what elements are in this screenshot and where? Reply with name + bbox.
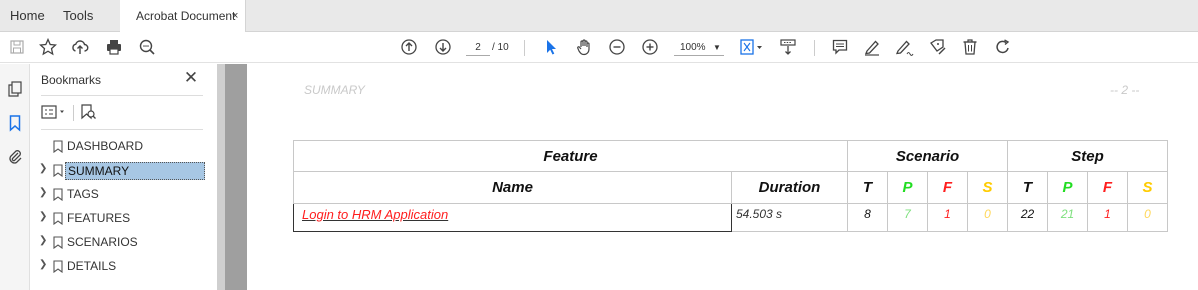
chevron-right-icon[interactable]: ❯ (39, 163, 49, 174)
scenario-failed-cell: 1 (927, 203, 968, 232)
comment-icon[interactable] (829, 32, 851, 62)
bookmark-icon (53, 212, 63, 228)
panel-splitter[interactable] (217, 64, 225, 290)
bookmark-panel-icon[interactable] (4, 108, 26, 138)
bookmark-label: DASHBOARD (67, 139, 144, 153)
scenario-passed-header: P (887, 171, 928, 204)
scenario-failed-header: F (927, 171, 968, 204)
step-skipped-header: S (1127, 171, 1168, 204)
scenario-header: Scenario (847, 140, 1008, 172)
bookmark-options-icon[interactable] (41, 101, 67, 123)
bookmark-label: DETAILS (67, 259, 117, 273)
tab-bar: Home Tools Acrobat Document × (0, 0, 1198, 32)
duration-column-header: Duration (731, 171, 848, 204)
step-failed-header: F (1087, 171, 1128, 204)
tab-document[interactable]: Acrobat Document × (120, 0, 246, 32)
bookmark-label: FEATURES (67, 211, 131, 225)
document-page: SUMMARY -- 2 -- Feature Scenario Step Na… (247, 64, 1198, 290)
bookmark-label: SUMMARY (65, 162, 205, 180)
divider (41, 95, 203, 96)
close-icon[interactable]: ✕ (181, 68, 201, 88)
scroll-mode-icon[interactable] (777, 32, 799, 62)
step-skipped-cell: 0 (1127, 203, 1168, 232)
step-total-cell: 22 (1007, 203, 1048, 232)
step-total-header: T (1007, 171, 1048, 204)
left-rail (0, 64, 30, 290)
step-passed-header: P (1047, 171, 1088, 204)
zoom-select[interactable]: 100% ▼ (674, 40, 724, 56)
feature-name-cell: Login to HRM Application (293, 203, 732, 232)
step-passed-cell: 21 (1047, 203, 1088, 232)
chevron-right-icon[interactable]: ❯ (39, 259, 49, 270)
document-margin (225, 64, 247, 290)
search-zoom-icon[interactable] (136, 32, 158, 62)
print-icon[interactable] (103, 32, 125, 62)
zoom-value: 100% (680, 42, 706, 53)
delete-icon[interactable] (959, 32, 981, 62)
scenario-skipped-header: S (967, 171, 1008, 204)
divider (41, 129, 203, 130)
bookmarks-panel: Bookmarks ✕ DASHBOARD ❯ SUMMARY ❯ TAGS ❯ FEATU… (31, 64, 217, 290)
bookmark-icon (53, 260, 63, 276)
sign-icon[interactable] (894, 32, 916, 62)
page-down-icon[interactable] (432, 32, 454, 62)
scenario-total-cell: 8 (847, 203, 888, 232)
chevron-right-icon[interactable]: ❯ (39, 211, 49, 222)
new-bookmark-icon[interactable] (79, 101, 97, 123)
feature-header: Feature (293, 140, 848, 172)
step-header: Step (1007, 140, 1168, 172)
feature-link[interactable]: Login to HRM Application (302, 207, 448, 222)
rotate-icon[interactable] (992, 32, 1014, 62)
bookmark-icon (53, 164, 63, 180)
bookmark-label: TAGS (67, 187, 99, 201)
divider (73, 105, 74, 121)
select-arrow-icon[interactable] (540, 32, 562, 62)
bookmark-label: SCENARIOS (67, 235, 138, 249)
name-column-header: Name (293, 171, 732, 204)
bookmarks-title: Bookmarks (41, 73, 102, 87)
upload-cloud-icon[interactable] (69, 32, 91, 62)
bookmark-item-tags[interactable]: ❯ TAGS (39, 184, 209, 204)
bookmark-item-features[interactable]: ❯ FEATURES (39, 208, 209, 228)
page-header: SUMMARY (304, 83, 365, 97)
attachment-icon[interactable] (4, 142, 26, 172)
bookmark-item-details[interactable]: ❯ DETAILS (39, 256, 209, 276)
close-tab-icon[interactable]: × (232, 0, 238, 32)
table-row: Login to HRM Application 54.503 s 8 7 1 … (293, 203, 1168, 232)
zoom-in-icon[interactable] (639, 32, 661, 62)
tab-document-label: Acrobat Document (136, 9, 236, 23)
scenario-total-header: T (847, 171, 888, 204)
toolbar: 2 / 10 100% ▼ (0, 32, 1198, 63)
bookmark-icon (53, 140, 63, 156)
scenario-skipped-cell: 0 (967, 203, 1008, 232)
chevron-right-icon[interactable]: ❯ (39, 187, 49, 198)
bookmark-icon (53, 188, 63, 204)
hand-icon[interactable] (573, 32, 595, 62)
summary-table: Feature Scenario Step Name Duration T P … (293, 140, 1168, 232)
chevron-down-icon: ▼ (713, 43, 721, 52)
bookmark-icon (53, 236, 63, 252)
toolbar-divider (524, 40, 525, 56)
scenario-passed-cell: 7 (887, 203, 928, 232)
page-total: / 10 (492, 42, 509, 53)
bookmark-item-scenarios[interactable]: ❯ SCENARIOS (39, 232, 209, 252)
tab-tools[interactable]: Tools (63, 0, 93, 32)
page-up-icon[interactable] (398, 32, 420, 62)
fill-sign-icon[interactable] (927, 32, 949, 62)
duration-cell: 54.503 s (731, 203, 848, 232)
zoom-out-icon[interactable] (606, 32, 628, 62)
pages-icon[interactable] (4, 74, 26, 104)
page-number: -- 2 -- (1110, 83, 1140, 97)
step-failed-cell: 1 (1087, 203, 1128, 232)
bookmark-item-summary[interactable]: ❯ SUMMARY (39, 160, 209, 180)
highlight-icon[interactable] (861, 32, 883, 62)
toolbar-divider (814, 40, 815, 56)
bookmark-item-dashboard[interactable]: DASHBOARD (39, 136, 209, 156)
chevron-right-icon[interactable]: ❯ (39, 235, 49, 246)
tab-home[interactable]: Home (10, 0, 45, 32)
save-icon[interactable] (6, 32, 28, 62)
star-icon[interactable] (37, 32, 59, 62)
page-number-input[interactable]: 2 (466, 40, 490, 56)
fit-page-icon[interactable] (737, 32, 767, 62)
